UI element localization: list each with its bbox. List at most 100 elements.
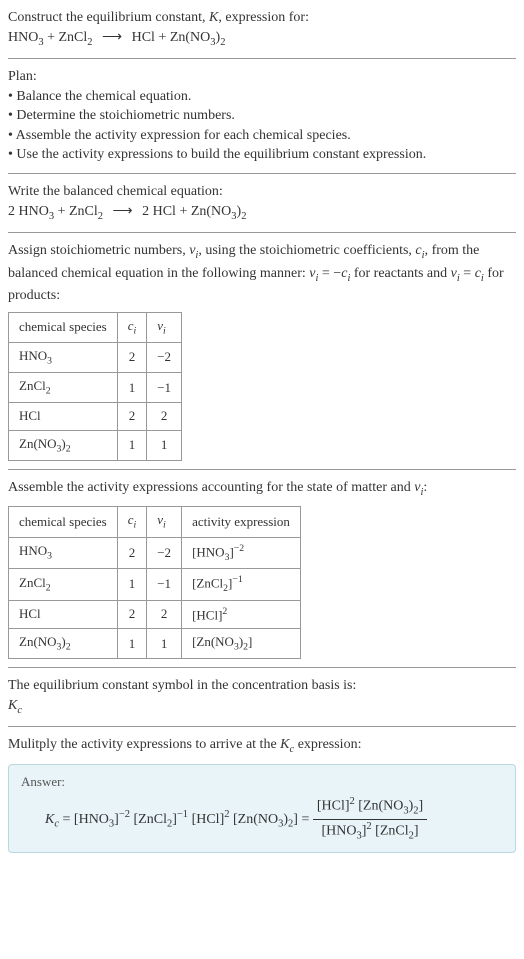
cell-species: Zn(NO3)2: [9, 430, 118, 460]
table-header-row: chemical species ci νi activity expressi…: [9, 507, 301, 537]
col-nui: νi: [147, 507, 182, 537]
col-activity: activity expression: [182, 507, 301, 537]
balanced-heading: Write the balanced chemical equation:: [8, 182, 516, 202]
activity-table: chemical species ci νi activity expressi…: [8, 506, 301, 659]
assign-section: Assign stoichiometric numbers, νi, using…: [8, 241, 516, 461]
k-symbol: K: [8, 698, 17, 713]
cell-nui: −1: [147, 569, 182, 601]
cell-ci: 1: [117, 430, 147, 460]
term-exp: −2: [119, 809, 130, 820]
multiply-text: Mulitply the activity expressions to arr…: [8, 737, 280, 752]
term-exp: −1: [177, 809, 188, 820]
cell-species: Zn(NO3)2: [9, 629, 118, 659]
nu-sub: i: [163, 325, 166, 336]
sp: ZnCl: [19, 575, 46, 590]
kc-text: The equilibrium constant symbol in the c…: [8, 676, 516, 696]
assemble-text: :: [423, 480, 427, 495]
sp: Zn(NO: [19, 436, 57, 451]
term: [HCl]: [192, 812, 225, 827]
table-row: Zn(NO3)2 1 1: [9, 430, 182, 460]
table-row: HCl 2 2: [9, 403, 182, 430]
k-symbol: K: [280, 737, 289, 752]
c-sub: i: [134, 325, 137, 336]
plan-heading: Plan:: [8, 67, 516, 87]
kc-symbol: Kc: [8, 696, 516, 718]
fraction-denominator: [HNO3]2 [ZnCl2]: [313, 820, 427, 844]
answer-expression: Kc = [HNO3]−2 [ZnCl2]−1 [HCl]2 [Zn(NO3)2…: [21, 795, 503, 844]
cell-ci: 2: [117, 600, 147, 629]
prompt-text: Construct the equilibrium constant,: [8, 10, 209, 25]
term: [Zn(NO: [233, 812, 278, 827]
cell-species: HCl: [9, 403, 118, 430]
cell-ci: 2: [117, 537, 147, 569]
cell-nui: 2: [147, 600, 182, 629]
fraction: [HCl]2 [Zn(NO3)2] [HNO3]2 [ZnCl2]: [313, 795, 427, 844]
term: [ZnCl: [375, 824, 408, 839]
eq-part: 2 HNO: [8, 204, 49, 219]
eq-sign: =: [298, 812, 313, 827]
answer-label: Answer:: [21, 773, 503, 791]
cell-ci: 2: [117, 342, 147, 372]
prompt-after: , expression for:: [218, 10, 309, 25]
term: [HCl]: [317, 799, 350, 814]
balanced-section: Write the balanced chemical equation: 2 …: [8, 182, 516, 224]
sp-sub: 2: [46, 582, 51, 593]
term: [Zn(NO: [358, 799, 403, 814]
eq-part: = −: [318, 266, 341, 281]
sp-sub: 3: [47, 551, 52, 562]
kc-symbol-section: The equilibrium constant symbol in the c…: [8, 676, 516, 718]
col-species: chemical species: [9, 507, 118, 537]
multiply-text: expression:: [294, 737, 361, 752]
eq-sub: 2: [241, 210, 246, 221]
plan-bullet: • Balance the chemical equation.: [8, 87, 516, 107]
cell-nui: 2: [147, 403, 182, 430]
act: [HNO: [192, 544, 225, 559]
plan-bullet: • Determine the stoichiometric numbers.: [8, 106, 516, 126]
plan-bullet: • Use the activity expressions to build …: [8, 145, 516, 165]
table-header-row: chemical species ci νi: [9, 312, 182, 342]
sp: HNO: [19, 348, 47, 363]
eq-part: 2 HCl + Zn(NO: [142, 204, 231, 219]
unbalanced-equation: HNO3 + ZnCl2 ⟶ HCl + Zn(NO3)2: [8, 30, 225, 45]
cell-activity: [Zn(NO3)2]: [182, 629, 301, 659]
term-exp: 2: [350, 796, 355, 807]
act-exp: 2: [222, 606, 227, 617]
plan-bullet: • Assemble the activity expression for e…: [8, 126, 516, 146]
cell-nui: 1: [147, 430, 182, 460]
cell-nui: −2: [147, 342, 182, 372]
eq-part: HNO: [8, 30, 38, 45]
sp: Zn(NO: [19, 634, 57, 649]
act-exp: −2: [234, 543, 244, 554]
sp: HCl: [19, 408, 41, 423]
sp-sub: 2: [66, 443, 71, 454]
nu-sub: i: [163, 520, 166, 531]
sp-sub: 3: [47, 356, 52, 367]
term: [ZnCl: [134, 812, 167, 827]
term: [HNO: [322, 824, 357, 839]
cell-nui: −1: [147, 373, 182, 403]
assemble-text: Assemble the activity expressions accoun…: [8, 480, 414, 495]
eq-part: + ZnCl: [54, 204, 98, 219]
term: [HNO: [74, 812, 109, 827]
eq-sub: 2: [220, 36, 225, 47]
term: ]: [419, 799, 424, 814]
col-ci: ci: [117, 312, 147, 342]
sp: HCl: [19, 606, 41, 621]
fraction-numerator: [HCl]2 [Zn(NO3)2]: [313, 795, 427, 820]
cell-ci: 1: [117, 373, 147, 403]
act: [Zn(NO: [192, 634, 234, 649]
term-exp: 2: [366, 821, 371, 832]
table-row: ZnCl2 1 −1 [ZnCl2]−1: [9, 569, 301, 601]
col-ci: ci: [117, 507, 147, 537]
cell-species: ZnCl2: [9, 373, 118, 403]
plan-section: Plan: • Balance the chemical equation. •…: [8, 67, 516, 165]
cell-species: ZnCl2: [9, 569, 118, 601]
answer-box: Answer: Kc = [HNO3]−2 [ZnCl2]−1 [HCl]2 […: [8, 764, 516, 853]
assign-text: , using the stoichiometric coefficients,: [198, 243, 415, 258]
k-symbol: K: [45, 812, 54, 827]
eq-sub: 2: [87, 36, 92, 47]
c-sub: i: [134, 520, 137, 531]
table-row: Zn(NO3)2 1 1 [Zn(NO3)2]: [9, 629, 301, 659]
sp-sub: 2: [46, 386, 51, 397]
cell-ci: 1: [117, 569, 147, 601]
